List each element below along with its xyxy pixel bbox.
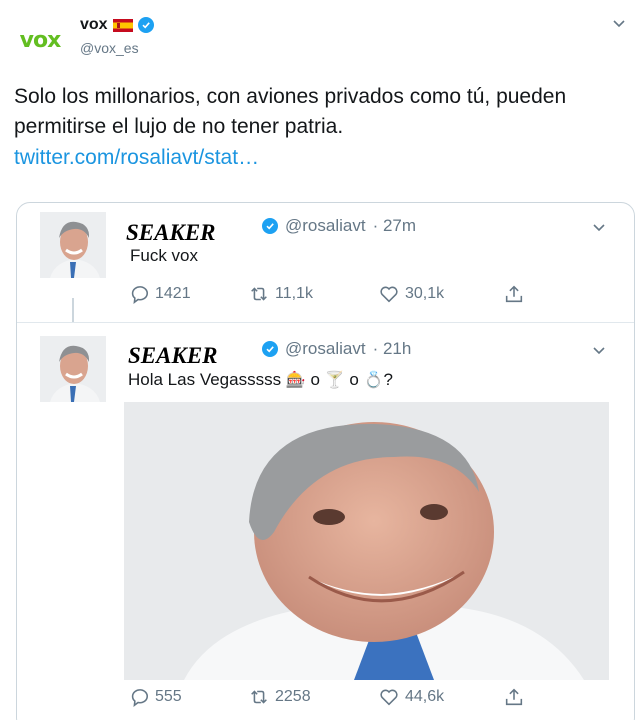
thread-timestamp: · 21h (372, 339, 412, 358)
tweet-body-text: Solo los millonarios, con aviones privad… (14, 85, 567, 138)
like-button[interactable]: 30,1k (378, 283, 503, 305)
heart-icon (380, 286, 398, 303)
ring-icon: 💍 (363, 370, 384, 389)
thread-tweet-text: Hola Las Vegasssss 🎰 o 🍸 o 💍? (128, 370, 393, 390)
retweet-icon (251, 287, 267, 301)
retweet-icon (251, 690, 267, 704)
reply-count: 555 (155, 688, 182, 705)
vox-logo-text: vox (19, 27, 62, 53)
retweet-count: 11,1k (275, 285, 313, 302)
reply-icon (131, 689, 148, 707)
verified-badge-icon (137, 17, 154, 33)
tweet-actions-bar: 1421 11,1k 30,1k (128, 283, 525, 305)
thread-menu-chevron-icon[interactable] (592, 220, 606, 234)
tweet-link[interactable]: twitter.com/rosaliavt/stat… (14, 146, 259, 170)
thread-author-name[interactable]: SEAKER (128, 343, 218, 369)
thread-connector-line (72, 298, 74, 322)
verified-badge-icon (262, 218, 278, 234)
share-button[interactable] (503, 686, 525, 708)
retweet-count: 2258 (275, 688, 311, 705)
thread-author-handle-row[interactable]: @rosaliavt · 21h (262, 339, 411, 359)
slot-machine-icon: 🎰 (285, 370, 306, 389)
reply-count: 1421 (155, 285, 191, 302)
tweet-menu-chevron-icon[interactable] (612, 16, 626, 30)
share-icon (505, 688, 523, 706)
share-icon (505, 285, 523, 303)
thread-menu-chevron-icon[interactable] (592, 343, 606, 357)
reply-button[interactable]: 555 (128, 686, 248, 708)
avatar[interactable] (40, 336, 106, 402)
reply-button[interactable]: 1421 (128, 283, 248, 305)
author-display-name: vox (80, 16, 108, 33)
thread-timestamp: · 27m (372, 216, 417, 235)
thread-divider (17, 322, 634, 323)
like-count: 30,1k (405, 285, 445, 302)
avatar[interactable] (40, 212, 106, 278)
thread-author-handle-row[interactable]: @rosaliavt · 27m (262, 216, 416, 236)
share-button[interactable] (503, 283, 525, 305)
thread-handle: @rosaliavt (285, 216, 366, 235)
reply-icon (131, 286, 148, 304)
text-suffix: ? (383, 370, 393, 389)
spain-flag-icon (112, 18, 133, 32)
text-or-2: o (349, 370, 359, 389)
tweet-actions-bar: 555 2258 44,6k (128, 686, 525, 708)
author-name-row[interactable]: vox (80, 16, 154, 34)
like-button[interactable]: 44,6k (378, 686, 503, 708)
retweet-button[interactable]: 2258 (248, 686, 378, 708)
vox-logo-avatar[interactable]: vox (14, 14, 66, 66)
heart-icon (380, 689, 398, 706)
thread-tweet-text: Fuck vox (130, 246, 199, 265)
cocktail-glass-icon: 🍸 (324, 370, 345, 389)
like-count: 44,6k (405, 688, 445, 705)
text-or-1: o (310, 370, 320, 389)
text-prefix: Hola Las Vegasssss (128, 370, 282, 389)
verified-badge-icon (262, 341, 278, 357)
thread-handle: @rosaliavt (285, 339, 366, 358)
thread-author-name[interactable]: SEAKER (126, 220, 216, 246)
retweet-button[interactable]: 11,1k (248, 283, 378, 305)
author-handle[interactable]: @vox_es (80, 40, 139, 56)
tweet-attached-photo[interactable] (124, 402, 609, 680)
